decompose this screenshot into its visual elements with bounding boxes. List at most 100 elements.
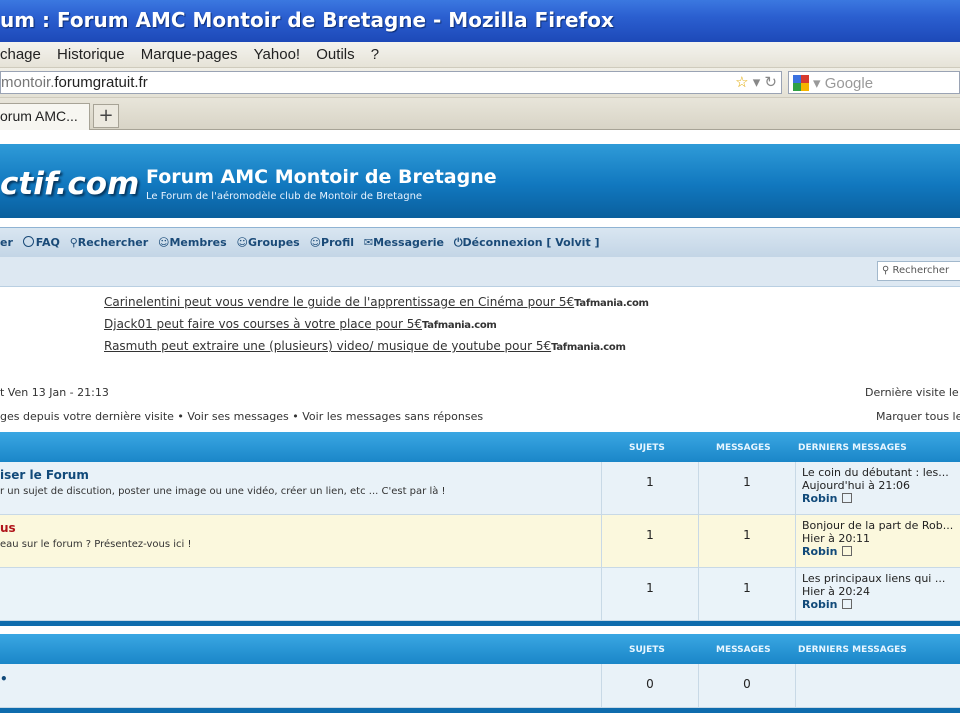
url-domain-prefix: montoir.	[1, 74, 55, 91]
nav-label: Groupes	[247, 236, 300, 249]
reload-icon[interactable]: ↻	[764, 74, 777, 91]
mark-all-read-link[interactable]: Marquer tous le	[876, 410, 960, 423]
forum-logo[interactable]: ctif.com	[0, 166, 139, 202]
header-messages: MESSAGES	[716, 645, 771, 655]
category-separator	[0, 621, 960, 626]
nav-label: Membres	[169, 236, 227, 249]
last-post-author[interactable]: Robin	[802, 492, 960, 505]
menu-item-marque-pages[interactable]: Marque-pages	[135, 42, 244, 63]
ad-text: Rasmuth peut extraire une (plusieurs) vi…	[104, 339, 552, 353]
nav-item-profil[interactable]: ☺Profil	[310, 236, 354, 249]
nav-item-partial[interactable]: er	[0, 236, 13, 249]
category-header: SUJETS MESSAGES DERNIERS MESSAGES	[0, 432, 960, 462]
search-engine-box[interactable]: ▾ Google	[788, 71, 960, 94]
topics-count: 1	[602, 568, 699, 620]
google-icon[interactable]	[793, 75, 809, 91]
forum-subtitle: Le Forum de l'aéromodèle club de Montoir…	[146, 191, 423, 202]
forum-row: iser le Forum r un sujet de discution, p…	[0, 462, 960, 515]
profile-icon: ☺	[309, 236, 322, 249]
search-dropdown-icon[interactable]: ▾	[813, 75, 825, 92]
last-post-title[interactable]: Le coin du débutant : les...	[802, 466, 960, 479]
forum-row-main	[0, 568, 602, 620]
window-title: um : Forum AMC Montoir de Bretagne - Moz…	[0, 8, 614, 32]
forum-row: 1 1 Les principaux liens qui ... Hier à …	[0, 568, 960, 621]
last-post-date: Hier à 20:24	[802, 585, 871, 598]
forum-row-main: •	[0, 664, 602, 707]
last-post-date: Aujourd'hui à 21:06	[802, 479, 911, 492]
tab-forum-amc[interactable]: orum AMC...	[0, 103, 90, 130]
forum-row-main: iser le Forum r un sujet de discution, p…	[0, 462, 602, 514]
window-title-bar: um : Forum AMC Montoir de Bretagne - Moz…	[0, 0, 960, 42]
ad-link[interactable]: Rasmuth peut extraire une (plusieurs) vi…	[104, 339, 649, 361]
messages-count: 0	[699, 664, 796, 707]
current-date: t Ven 13 Jan - 21:13	[0, 386, 109, 399]
last-post-title[interactable]: Les principaux liens qui ...	[802, 572, 960, 585]
topics-count: 0	[602, 664, 699, 707]
ad-link[interactable]: Djack01 peut faire vos courses à votre p…	[104, 317, 649, 339]
last-visit: Dernière visite le	[865, 386, 959, 399]
last-post-author[interactable]: Robin	[802, 545, 960, 558]
nav-label: Profil	[321, 236, 354, 249]
menu-item-historique[interactable]: Historique	[51, 42, 131, 63]
forum-nav-bar: er FAQ ⚲Rechercher ☺Membres ☺Groupes ☺Pr…	[0, 227, 960, 257]
forum-description: r un sujet de discution, poster une imag…	[0, 486, 446, 497]
forum-title: Forum AMC Montoir de Bretagne	[146, 166, 497, 188]
ad-links: Carinelentini peut vous vendre le guide …	[104, 295, 649, 361]
nav-label: FAQ	[35, 236, 60, 249]
menu-item-outils[interactable]: Outils	[310, 42, 360, 63]
dropdown-arrow-icon[interactable]: ▾	[753, 74, 761, 91]
menu-item-affichage[interactable]: chage	[0, 42, 47, 63]
user-icon: ☺	[158, 236, 170, 249]
magnifier-icon: ⚲	[69, 236, 78, 249]
envelope-icon: ✉	[363, 236, 374, 249]
header-sujets: SUJETS	[629, 443, 665, 453]
last-post-title[interactable]: Bonjour de la part de Rob...	[802, 519, 960, 532]
category-separator	[0, 708, 960, 713]
forum-search-placeholder: Rechercher	[892, 265, 950, 276]
navigation-toolbar: montoir.forumgratuit.fr ☆ ▾ ↻ ▾ Google	[0, 68, 960, 98]
last-post-date: Hier à 20:11	[802, 532, 871, 545]
nav-item-groupes[interactable]: ☺Groupes	[237, 236, 300, 249]
ad-brand: Tafmania.com	[551, 342, 626, 353]
category-header: SUJETS MESSAGES DERNIERS MESSAGES	[0, 634, 960, 664]
page-content: ctif.com Forum AMC Montoir de Bretagne L…	[0, 130, 960, 720]
nav-item-membres[interactable]: ☺Membres	[158, 236, 227, 249]
last-post-author[interactable]: Robin	[802, 598, 960, 611]
nav-item-deconnexion[interactable]: ⏻Déconnexion [ Volvit ]	[454, 236, 600, 250]
forum-search-input[interactable]: ⚲ Rechercher	[877, 261, 960, 281]
tab-label: orum AMC...	[0, 108, 78, 124]
menu-item-yahoo[interactable]: Yahoo!	[248, 42, 306, 63]
nav-label: Messagerie	[373, 236, 444, 249]
messages-count: 1	[699, 515, 796, 567]
topics-count: 1	[602, 515, 699, 567]
forum-banner: ctif.com Forum AMC Montoir de Bretagne L…	[0, 144, 960, 218]
forum-title-link[interactable]: us	[0, 521, 16, 535]
forum-title-link[interactable]: •	[0, 672, 8, 686]
ad-text: Djack01 peut faire vos courses à votre p…	[104, 317, 423, 331]
nav-item-rechercher[interactable]: ⚲Rechercher	[70, 236, 148, 249]
header-derniers-messages: DERNIERS MESSAGES	[798, 443, 907, 453]
new-tab-button[interactable]: +	[93, 104, 119, 128]
header-sujets: SUJETS	[629, 645, 665, 655]
nav-item-messagerie[interactable]: ✉Messagerie	[364, 236, 444, 249]
message-links[interactable]: ges depuis votre dernière visite • Voir …	[0, 410, 483, 423]
url-domain-main: forumgratuit.fr	[54, 74, 148, 91]
last-post: Bonjour de la part de Rob... Hier à 20:1…	[796, 515, 960, 567]
bookmark-star-icon[interactable]: ☆	[735, 74, 748, 91]
ad-text: Carinelentini peut vous vendre le guide …	[104, 295, 575, 309]
nav-item-faq[interactable]: FAQ	[22, 236, 60, 249]
header-derniers-messages: DERNIERS MESSAGES	[798, 645, 907, 655]
last-post: Les principaux liens qui ... Hier à 20:2…	[796, 568, 960, 620]
forum-row-main: us eau sur le forum ? Présentez-vous ici…	[0, 515, 602, 567]
ad-link[interactable]: Carinelentini peut vous vendre le guide …	[104, 295, 649, 317]
address-bar[interactable]: montoir.forumgratuit.fr ☆ ▾ ↻	[0, 71, 782, 94]
forum-title-link[interactable]: iser le Forum	[0, 468, 89, 482]
nav-label: er	[0, 236, 13, 249]
forum-search-row: ⚲ Rechercher	[0, 257, 960, 287]
ad-brand: Tafmania.com	[422, 320, 497, 331]
topics-count: 1	[602, 462, 699, 514]
menu-item-help[interactable]: ?	[365, 42, 385, 63]
address-bar-icons: ☆ ▾ ↻	[735, 73, 777, 91]
power-icon: ⏻	[453, 236, 463, 249]
messages-count: 1	[699, 568, 796, 620]
